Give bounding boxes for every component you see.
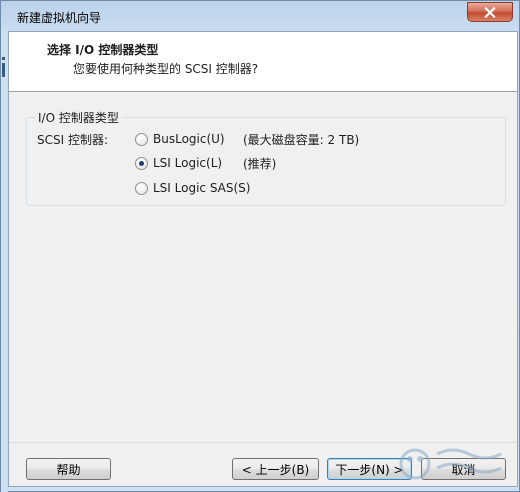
group-label: I/O 控制器类型 [35,109,122,126]
window-frame-edge [1,31,8,492]
back-button[interactable]: < 上一步(B) [232,458,319,480]
title-bar[interactable]: 新建虚拟机向导 [1,1,519,31]
window-title: 新建虚拟机向导 [17,11,102,25]
close-button[interactable] [467,2,513,22]
radio-lsi-logic[interactable]: LSI Logic(L) [135,156,222,170]
help-button[interactable]: 帮助 [26,458,111,480]
next-button[interactable]: 下一步(N) > [327,458,412,480]
buslogic-note: (最大磁盘容量: 2 TB) [243,133,360,147]
radio-label: LSI Logic(L) [153,156,223,170]
radio-button-checked[interactable] [135,156,148,170]
radio-label: BusLogic(U) [153,132,225,146]
close-icon [484,6,496,18]
wizard-window: 新建虚拟机向导 选择 I/O 控制器类型 您要使用何种类型的 SCSI 控制器?… [0,0,520,492]
lsi-logic-note: (推荐) [243,157,277,171]
wizard-header: 选择 I/O 控制器类型 您要使用何种类型的 SCSI 控制器? [9,32,517,92]
cancel-button[interactable]: 取消 [421,458,506,480]
page-title: 选择 I/O 控制器类型 [47,43,159,57]
page-subtitle: 您要使用何种类型的 SCSI 控制器? [73,62,259,76]
background-window-fragment [2,57,5,77]
radio-label: LSI Logic SAS(S) [153,181,251,195]
radio-lsi-logic-sas[interactable]: LSI Logic SAS(S) [135,181,250,195]
radio-button[interactable] [135,132,148,146]
scsi-controller-label: SCSI 控制器: [37,133,109,147]
radio-buslogic[interactable]: BusLogic(U) [135,132,225,146]
footer-divider [9,442,517,443]
radio-button[interactable] [135,181,148,195]
dialog-body: 选择 I/O 控制器类型 您要使用何种类型的 SCSI 控制器? I/O 控制器… [8,31,518,487]
